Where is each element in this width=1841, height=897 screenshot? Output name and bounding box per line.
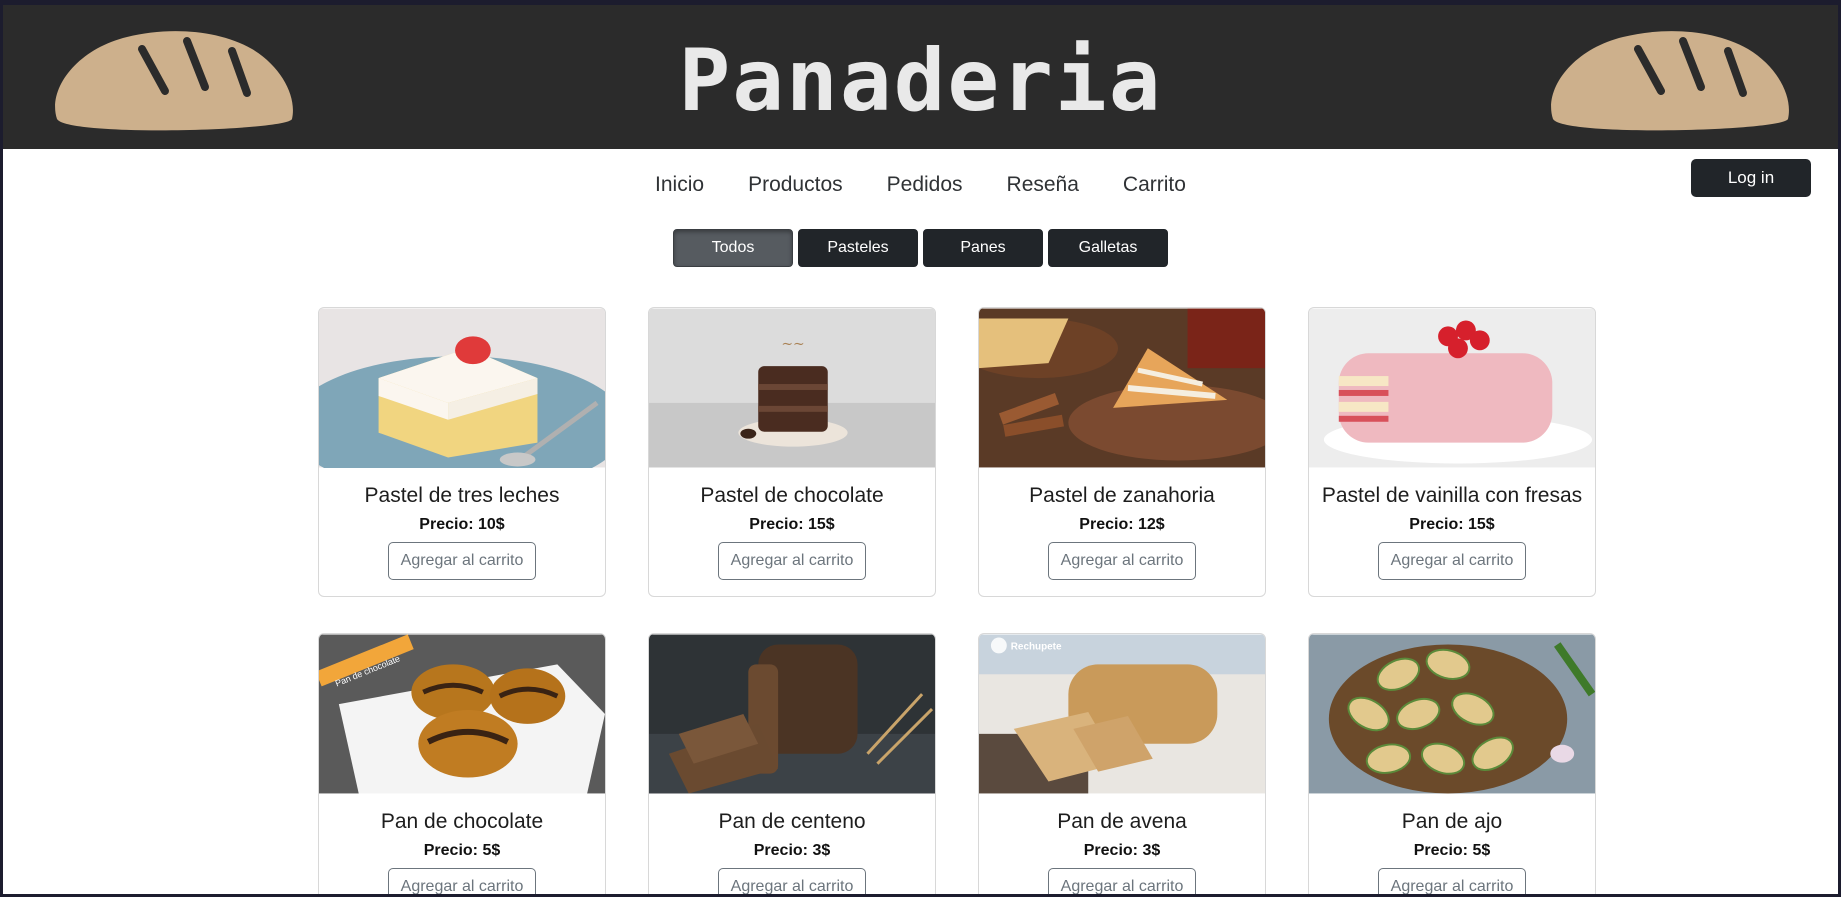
chocolate-cake-photo: ~~ [649,308,935,468]
garlic-bread-photo [1309,634,1595,794]
product-name: Pastel de tres leches [364,484,560,507]
product-name: Pastel de chocolate [700,484,884,507]
nav-carrito[interactable]: Carrito [1101,170,1208,200]
product-card: Pan de centeno Precio: 3$ Agregar al car… [648,633,936,894]
filter-todos[interactable]: Todos [673,229,793,267]
filter-galletas[interactable]: Galletas [1048,229,1168,267]
product-card: Pastel de zanahoria Precio: 12$ Agregar … [978,307,1266,597]
nav-pedidos[interactable]: Pedidos [865,170,985,200]
carrot-cake-photo [979,308,1265,468]
login-button[interactable]: Log in [1691,159,1811,197]
nav-inicio[interactable]: Inicio [633,170,726,200]
bread-logo-icon [1551,31,1789,131]
product-card: Pan de ajo Precio: 5$ Agregar al carrito [1308,633,1596,894]
product-price: Precio: 5$ [1413,842,1491,859]
add-to-cart-button[interactable]: Agregar al carrito [717,868,867,894]
category-filters: Todos Pasteles Panes Galletas [3,229,1838,267]
add-to-cart-button[interactable]: Agregar al carrito [387,542,537,580]
product-card: Pan de chocolate Pan de chocolate Precio… [318,633,606,894]
add-to-cart-button[interactable]: Agregar al carrito [717,542,867,580]
product-name: Pan de avena [1057,810,1187,833]
product-price: Precio: 3$ [1083,842,1161,859]
add-to-cart-button[interactable]: Agregar al carrito [1047,868,1197,894]
filter-panes[interactable]: Panes [923,229,1043,267]
site-header: Panaderia [3,5,1838,149]
product-card: Pastel de vainilla con fresas Precio: 15… [1308,307,1596,597]
product-price: Precio: 12$ [1079,516,1165,533]
main-nav: Inicio Productos Pedidos Reseña Carrito [3,170,1838,200]
filter-pasteles[interactable]: Pasteles [798,229,918,267]
add-to-cart-button[interactable]: Agregar al carrito [387,868,537,894]
product-name: Pan de centeno [718,810,866,833]
product-name: Pastel de vainilla con fresas [1321,484,1583,507]
product-price: Precio: 5$ [423,842,501,859]
chocolate-bread-photo: Pan de chocolate [319,634,605,794]
product-name: Pan de ajo [1401,810,1503,833]
tres-leches-cake-photo [319,308,605,468]
vanilla-strawberry-cake-photo [1309,308,1595,468]
product-price: Precio: 10$ [419,516,505,533]
product-grid: Pastel de tres leches Precio: 10$ Agrega… [318,307,1598,894]
product-price: Precio: 15$ [749,516,835,533]
add-to-cart-button[interactable]: Agregar al carrito [1377,542,1527,580]
product-name: Pan de chocolate [380,810,544,833]
product-price: Precio: 3$ [753,842,831,859]
svg-text:~~: ~~ [781,336,804,352]
rye-bread-photo [649,634,935,794]
image-overlay-label: Rechupete [1011,641,1062,652]
product-card: Pastel de tres leches Precio: 10$ Agrega… [318,307,606,597]
product-price: Precio: 15$ [1409,516,1495,533]
add-to-cart-button[interactable]: Agregar al carrito [1047,542,1197,580]
nav-resena[interactable]: Reseña [985,170,1101,200]
app-window: Panaderia Inicio Productos Pedidos Reseñ… [0,0,1841,897]
oat-bread-photo: Rechupete [979,634,1265,794]
product-name: Pastel de zanahoria [1029,484,1215,507]
nav-productos[interactable]: Productos [726,170,865,200]
product-card: Rechupete Pan de avena Precio: 3$ Agrega… [978,633,1266,894]
add-to-cart-button[interactable]: Agregar al carrito [1377,868,1527,894]
product-card: ~~ Pastel de chocolate Precio: 15$ Agreg… [648,307,936,597]
